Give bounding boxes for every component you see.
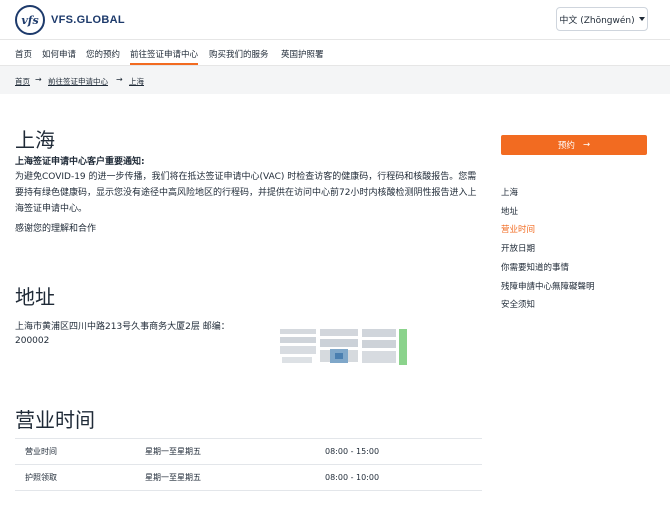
nav-item-how-to-apply[interactable]: 如何申请 xyxy=(42,48,76,60)
table-row: 护照领取 星期一至星期五 08:00 - 10:00 xyxy=(15,464,482,491)
breadcrumb: 首页 → 前往签证申请中心 → 上海 xyxy=(0,66,670,94)
hours-label: 营业时间 xyxy=(15,438,135,465)
arrow-right-icon: → xyxy=(582,140,591,150)
breadcrumb-arrow-icon: → xyxy=(116,75,123,84)
hours-days: 星期一至星期五 xyxy=(135,464,315,491)
main-nav: 首页 如何申请 您的预约 前往签证申请中心 购买我们的服务 英国护照署 xyxy=(0,40,670,66)
notice-title: 上海签证申请中心客户重要通知: xyxy=(15,157,145,167)
nav-item-passport-office[interactable]: 英国护照署 xyxy=(281,48,324,60)
location-map[interactable] xyxy=(280,327,410,367)
book-appointment-button[interactable]: 预约 → xyxy=(501,135,647,155)
sidebar-link-shanghai[interactable]: 上海 xyxy=(501,186,518,198)
nav-item-buy-services[interactable]: 购买我们的服务 xyxy=(209,48,269,60)
site-header: vfs VFS.GLOBAL 中文 (Zhōngwén) xyxy=(0,0,670,40)
notice-body: 为避免COVID-19 的进一步传播，我们将在抵达签证申请中心(VAC) 时检查… xyxy=(15,172,477,214)
hours-time: 08:00 - 15:00 xyxy=(315,438,482,465)
book-button-label: 预约 xyxy=(557,141,575,151)
page-title: 上海 xyxy=(15,128,55,152)
breadcrumb-arrow-icon: → xyxy=(35,75,42,84)
address-heading: 地址 xyxy=(15,285,55,309)
sidebar-link-address[interactable]: 地址 xyxy=(501,205,518,217)
hours-label: 护照领取 xyxy=(15,464,135,491)
logo-mark-text: vfs xyxy=(21,13,39,27)
sidebar-link-safety[interactable]: 安全须知 xyxy=(501,298,535,310)
hours-heading: 营业时间 xyxy=(15,408,95,432)
hours-table: 营业时间 星期一至星期五 08:00 - 15:00 护照领取 星期一至星期五 … xyxy=(15,438,482,491)
vfs-logo-mark: vfs xyxy=(15,5,45,35)
hours-time: 08:00 - 10:00 xyxy=(315,464,482,491)
address-text: 上海市黄浦区四川中路213号久事商务大厦2层 邮编：200002 xyxy=(15,322,230,346)
language-label: 中文 (Zhōngwén) xyxy=(559,15,635,26)
table-row: 营业时间 星期一至星期五 08:00 - 15:00 xyxy=(15,438,482,465)
sidebar-link-opening-hours[interactable]: 营业时间 xyxy=(501,223,535,235)
breadcrumb-home[interactable]: 首页 xyxy=(15,76,30,87)
sidebar-link-accessibility[interactable]: 残障申請中心無障礙聲明 xyxy=(501,280,595,292)
breadcrumb-visit-centre[interactable]: 前往签证申请中心 xyxy=(48,76,108,87)
nav-item-home[interactable]: 首页 xyxy=(15,48,32,60)
language-selector[interactable]: 中文 (Zhōngwén) xyxy=(556,7,648,31)
caret-down-icon xyxy=(638,17,645,21)
breadcrumb-current[interactable]: 上海 xyxy=(129,76,144,87)
hours-days: 星期一至星期五 xyxy=(135,438,315,465)
nav-item-your-appointment[interactable]: 您的预约 xyxy=(86,48,120,60)
logo-text: VFS.GLOBAL xyxy=(51,14,125,26)
thanks-text: 感谢您的理解和合作 xyxy=(15,224,97,234)
sidebar-link-open-dates[interactable]: 开放日期 xyxy=(501,242,535,254)
nav-item-visit-centre[interactable]: 前往签证申请中心 xyxy=(130,48,199,65)
sidebar-link-things-to-know[interactable]: 你需要知道的事情 xyxy=(501,261,569,273)
vfs-logo[interactable]: vfs VFS.GLOBAL xyxy=(15,5,125,35)
